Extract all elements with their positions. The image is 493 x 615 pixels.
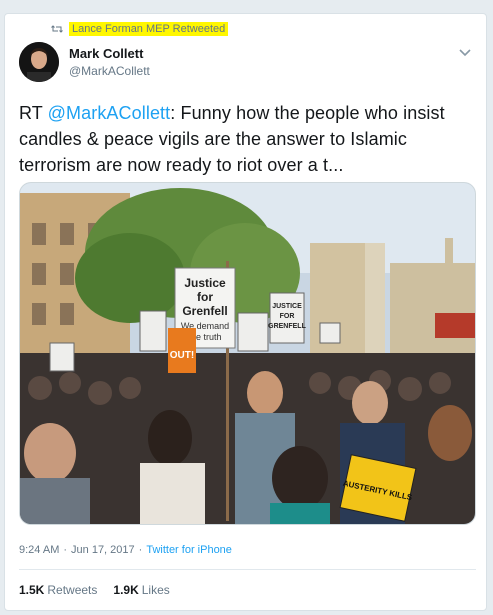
author-names: Mark Collett @MarkACollett	[69, 46, 150, 78]
chevron-down-icon[interactable]	[458, 48, 472, 58]
tweet-card[interactable]: Lance Forman MEP Retweeted Mark Collett …	[4, 13, 487, 611]
tweet-header: Mark Collett @MarkACollett	[19, 42, 476, 88]
tweet-date[interactable]: Jun 17, 2017	[71, 544, 135, 556]
retweets-count: 1.5K	[19, 583, 45, 597]
likes-label: Likes	[141, 583, 170, 597]
tweet-time[interactable]: 9:24 AM	[19, 544, 59, 556]
right-sign-line1: JUSTICE	[272, 303, 302, 310]
meta-separator: ·	[63, 544, 68, 556]
retweet-icon	[51, 25, 63, 33]
display-name[interactable]: Mark Collett	[69, 46, 150, 61]
divider	[19, 569, 476, 570]
right-sign-line2: FOR	[280, 313, 295, 320]
retweets-stat[interactable]: 1.5K Retweets	[19, 583, 97, 597]
tweet-text: RT @MarkACollett: Funny how the people w…	[19, 100, 459, 178]
user-handle[interactable]: @MarkACollett	[69, 64, 150, 78]
tweet-stats: 1.5K Retweets 1.9K Likes	[19, 583, 170, 597]
sign-text-line1: Justice	[184, 276, 226, 290]
retweet-context: Lance Forman MEP Retweeted	[51, 22, 229, 36]
avatar[interactable]	[19, 42, 59, 82]
retweet-context-label[interactable]: Lance Forman MEP Retweeted	[69, 22, 229, 36]
tweet-prefix: RT	[19, 103, 48, 123]
retweets-label: Retweets	[47, 583, 98, 597]
tweet-source-link[interactable]: Twitter for iPhone	[146, 544, 232, 556]
right-sign-line3: GRENFELL	[268, 323, 306, 330]
mention-link[interactable]: @MarkACollett	[48, 103, 171, 123]
likes-count: 1.9K	[113, 583, 139, 597]
sign-text-line3: Grenfell	[182, 304, 227, 318]
likes-stat[interactable]: 1.9K Likes	[113, 583, 169, 597]
tweet-photo[interactable]: Justice for Grenfell We demand the truth…	[19, 182, 476, 525]
orange-sign-text: OUT!	[170, 350, 194, 361]
sign-text-line2: for	[197, 290, 213, 304]
meta-separator: ·	[138, 544, 143, 556]
tweet-metadata: 9:24 AM · Jun 17, 2017 · Twitter for iPh…	[19, 544, 232, 556]
